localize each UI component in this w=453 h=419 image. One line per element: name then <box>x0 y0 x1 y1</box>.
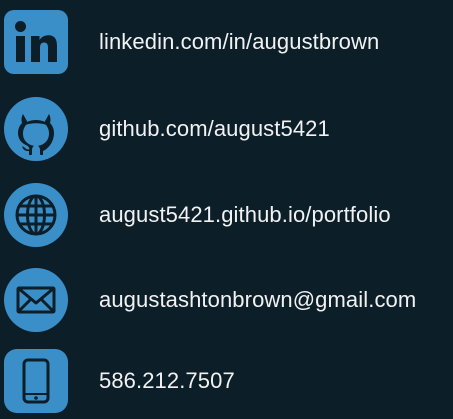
phone-icon[interactable] <box>2 347 70 415</box>
contact-phone[interactable]: 586.212.7507 <box>0 346 453 416</box>
globe-icon[interactable] <box>2 181 70 249</box>
contact-email[interactable]: augustashtonbrown@gmail.com <box>0 265 453 335</box>
linkedin-icon[interactable] <box>2 8 70 76</box>
github-url[interactable]: github.com/august5421 <box>99 116 330 142</box>
github-icon[interactable] <box>2 95 70 163</box>
linkedin-url[interactable]: linkedin.com/in/augustbrown <box>99 29 379 55</box>
phone-number[interactable]: 586.212.7507 <box>99 368 235 394</box>
contact-portfolio[interactable]: august5421.github.io/portfolio <box>0 180 453 250</box>
portfolio-url[interactable]: august5421.github.io/portfolio <box>99 202 391 228</box>
contact-linkedin[interactable]: linkedin.com/in/augustbrown <box>0 7 453 77</box>
envelope-icon[interactable] <box>2 266 70 334</box>
email-address[interactable]: augustashtonbrown@gmail.com <box>99 287 416 313</box>
contact-github[interactable]: github.com/august5421 <box>0 94 453 164</box>
